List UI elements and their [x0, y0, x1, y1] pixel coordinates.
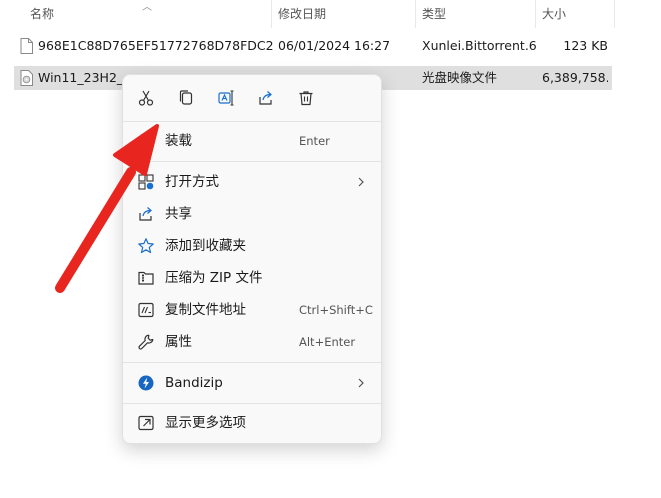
disc-image-file-icon [20, 70, 33, 86]
menu-item-shortcut: Enter [299, 134, 330, 148]
menu-divider [123, 121, 381, 122]
star-icon [138, 238, 154, 254]
quick-actions-bar [123, 75, 381, 121]
menu-item-label: 共享 [165, 206, 192, 222]
copy-icon [179, 90, 193, 105]
menu-item-open-with[interactable]: 打开方式 [127, 167, 377, 197]
menu-divider [123, 403, 381, 404]
chevron-right-icon [358, 177, 364, 187]
column-size[interactable]: 大小 [542, 0, 566, 28]
more-options-icon [138, 415, 154, 431]
scissors-icon [138, 90, 154, 106]
menu-item-add-to-favorites[interactable]: 添加到收藏夹 [127, 231, 377, 261]
menu-item-share[interactable]: 共享 [127, 199, 377, 229]
column-divider[interactable] [271, 0, 272, 28]
delete-icon [299, 91, 313, 106]
column-divider[interactable] [614, 0, 615, 28]
menu-item-label: Bandizip [165, 375, 223, 391]
zip-icon [138, 271, 154, 285]
share-icon [139, 207, 152, 221]
menu-item-properties[interactable]: 属性 Alt+Enter [127, 327, 377, 357]
menu-item-label: 复制文件地址 [165, 302, 246, 318]
context-menu: 装载 Enter 打开方式 共享 添加到收藏夹 压缩为 ZIP 文件 复制文件地… [122, 74, 382, 444]
chevron-right-icon [358, 378, 364, 388]
file-type: 光盘映像文件 [422, 70, 498, 85]
menu-item-show-more-options[interactable]: 显示更多选项 [127, 408, 377, 438]
document-file-icon [20, 38, 33, 54]
share-icon [259, 91, 272, 105]
rename-icon [218, 90, 234, 106]
delete-button[interactable] [293, 85, 319, 111]
menu-item-label: 添加到收藏夹 [165, 238, 246, 254]
menu-item-bandizip[interactable]: Bandizip [127, 368, 377, 398]
menu-item-copy-path[interactable]: 复制文件地址 Ctrl+Shift+C [127, 295, 377, 325]
menu-divider [123, 362, 381, 363]
rename-button[interactable] [213, 85, 239, 111]
file-size: 123 KB [563, 38, 608, 53]
menu-divider [123, 161, 381, 162]
copy-button[interactable] [173, 85, 199, 111]
file-size: 6,389,758... [542, 70, 608, 85]
menu-item-label: 显示更多选项 [165, 415, 246, 431]
open-with-icon [138, 174, 154, 190]
column-divider[interactable] [535, 0, 536, 28]
share-button[interactable] [253, 85, 279, 111]
column-name[interactable]: 名称 [30, 0, 54, 28]
file-name: Win11_23H2_Ch [38, 70, 124, 85]
menu-item-shortcut: Ctrl+Shift+C [299, 303, 373, 317]
menu-item-shortcut: Alt+Enter [299, 335, 356, 349]
column-modified[interactable]: 修改日期 [278, 0, 326, 28]
file-name: 968E1C88D765EF51772768D78FDC26... [38, 38, 274, 53]
cut-button[interactable] [133, 85, 159, 111]
copy-path-icon [138, 302, 154, 318]
column-header: 名称 ︿ 修改日期 类型 大小 [0, 0, 661, 28]
menu-item-label: 装载 [165, 133, 192, 149]
file-modified: 06/01/2024 16:27 [278, 38, 391, 53]
file-row[interactable]: 968E1C88D765EF51772768D78FDC26... 06/01/… [14, 34, 612, 58]
menu-item-mount[interactable]: 装载 Enter [127, 126, 377, 156]
mount-icon [138, 133, 154, 149]
sort-ascending-icon: ︿ [142, 2, 152, 13]
bandizip-icon [138, 375, 154, 391]
menu-item-label: 打开方式 [165, 174, 219, 190]
column-type[interactable]: 类型 [422, 0, 446, 28]
wrench-icon [138, 334, 154, 350]
menu-item-label: 属性 [165, 334, 192, 350]
column-divider[interactable] [415, 0, 416, 28]
file-type: Xunlei.Bittorrent.6 [422, 38, 537, 53]
menu-item-compress-zip[interactable]: 压缩为 ZIP 文件 [127, 263, 377, 293]
menu-item-label: 压缩为 ZIP 文件 [165, 270, 263, 286]
